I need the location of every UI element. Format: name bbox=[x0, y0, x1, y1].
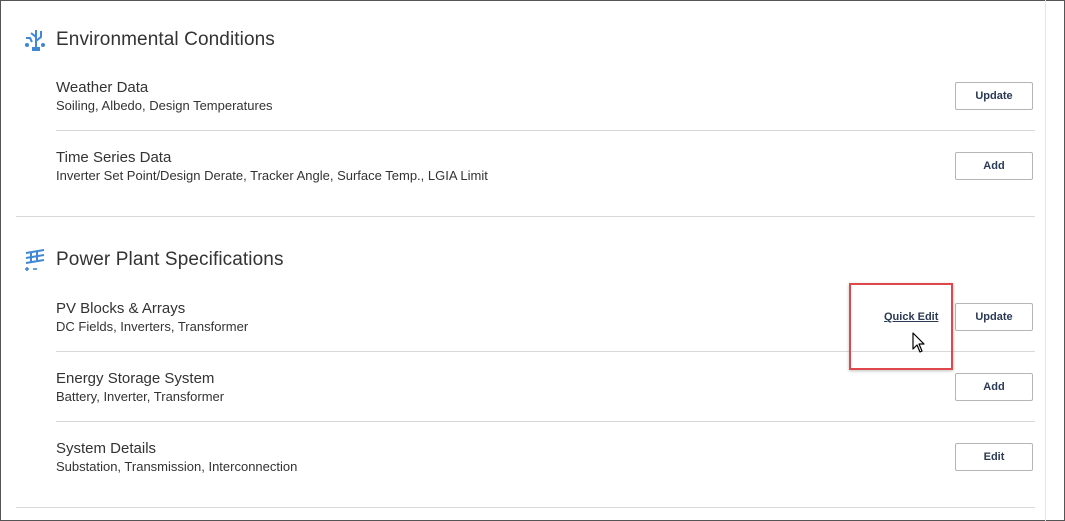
mouse-cursor-icon bbox=[912, 332, 926, 354]
section-power-plant-specifications: Power Plant Specifications bbox=[22, 246, 284, 274]
row-title: System Details bbox=[56, 440, 157, 457]
row-divider bbox=[56, 421, 1035, 422]
time-series-data-add-button[interactable]: Add bbox=[955, 152, 1033, 180]
row-title: Weather Data bbox=[56, 79, 149, 96]
environment-icon bbox=[22, 27, 48, 53]
energy-storage-add-button[interactable]: Add bbox=[955, 373, 1033, 401]
row-time-series-data: Time Series Data Inverter Set Point/Desi… bbox=[56, 148, 1034, 200]
section-divider bbox=[16, 216, 1035, 217]
row-system-details: System Details Substation, Transmission,… bbox=[56, 439, 1034, 491]
section-title: Environmental Conditions bbox=[56, 29, 275, 50]
section-title: Power Plant Specifications bbox=[56, 249, 284, 270]
row-subtitle: DC Fields, Inverters, Transformer bbox=[56, 319, 249, 334]
weather-data-update-button[interactable]: Update bbox=[955, 82, 1033, 110]
row-divider bbox=[56, 130, 1035, 131]
row-title: Time Series Data bbox=[56, 149, 172, 166]
row-subtitle: Substation, Transmission, Interconnectio… bbox=[56, 459, 298, 474]
system-details-edit-button[interactable]: Edit bbox=[955, 443, 1033, 471]
row-subtitle: Inverter Set Point/Design Derate, Tracke… bbox=[56, 168, 488, 183]
pv-blocks-update-button[interactable]: Update bbox=[955, 303, 1033, 331]
row-subtitle: Soiling, Albedo, Design Temperatures bbox=[56, 98, 273, 113]
section-divider bbox=[16, 507, 1035, 508]
highlight-box bbox=[849, 283, 953, 370]
row-title: PV Blocks & Arrays bbox=[56, 300, 186, 317]
row-weather-data: Weather Data Soiling, Albedo, Design Tem… bbox=[56, 78, 1034, 130]
section-environmental-conditions: Environmental Conditions bbox=[22, 26, 275, 54]
row-energy-storage-system: Energy Storage System Battery, Inverter,… bbox=[56, 369, 1034, 421]
solar-panel-icon bbox=[22, 247, 48, 273]
row-title: Energy Storage System bbox=[56, 370, 215, 387]
row-subtitle: Battery, Inverter, Transformer bbox=[56, 389, 225, 404]
scroll-gutter-line bbox=[1045, 0, 1046, 521]
